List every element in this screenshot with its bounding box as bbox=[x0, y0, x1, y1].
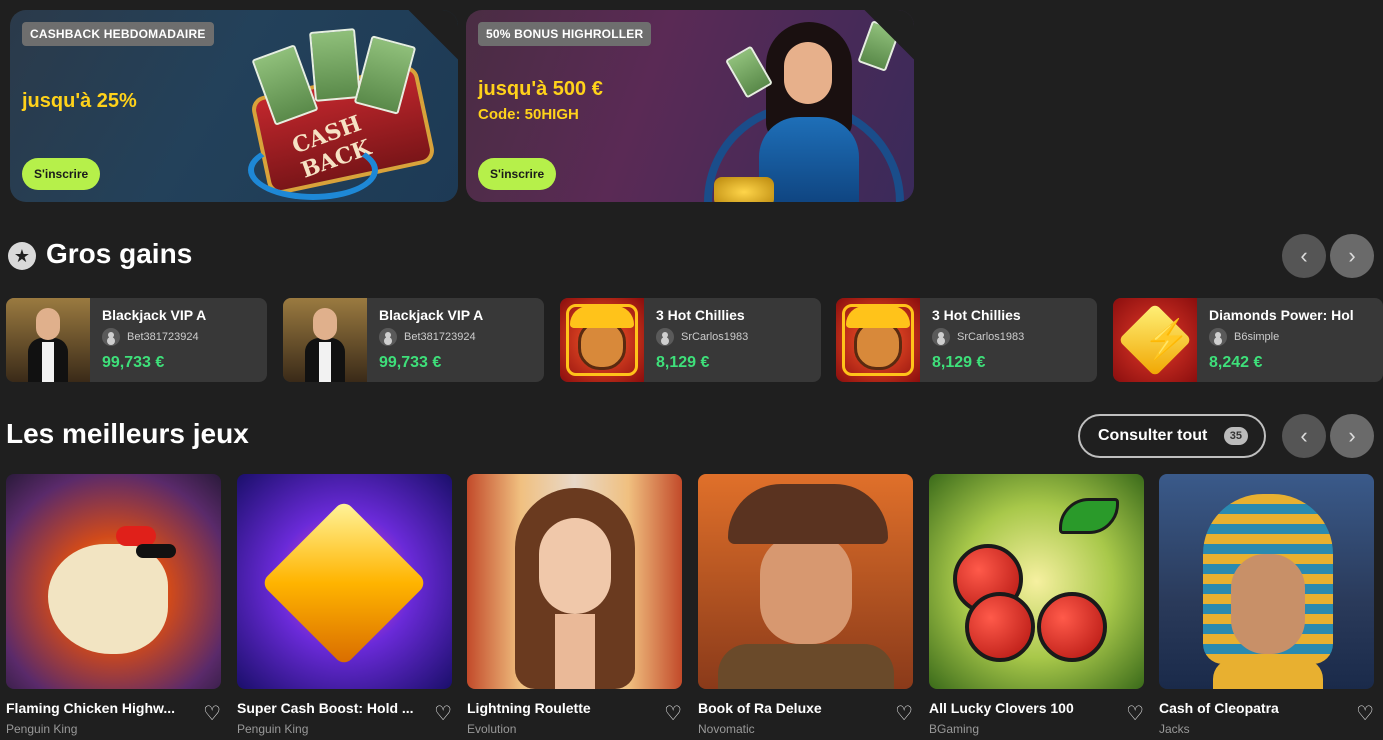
game-tile[interactable]: Super Cash Boost: Hold ... Penguin King … bbox=[237, 474, 452, 740]
signup-button[interactable]: S'inscrire bbox=[478, 158, 557, 190]
game-provider: BGaming bbox=[929, 722, 980, 736]
heart-icon[interactable]: ♡ bbox=[1126, 704, 1144, 724]
chevron-left-icon[interactable]: ‹ bbox=[1282, 414, 1326, 458]
user-icon bbox=[379, 328, 397, 346]
promo-code: Code: 50HIGH bbox=[478, 106, 579, 123]
game-thumbnail-hot-chillies bbox=[560, 298, 644, 382]
view-all-label: Consulter tout bbox=[1098, 427, 1208, 444]
win-amount: 8,129 € bbox=[932, 354, 986, 371]
big-win-card[interactable]: ⚡ Diamonds Power: Hol B6simple 8,242 € bbox=[1113, 298, 1383, 382]
game-thumbnail-lucky-clovers[interactable] bbox=[929, 474, 1144, 689]
game-thumbnail-lightning-roulette[interactable] bbox=[467, 474, 682, 689]
win-game-name: 3 Hot Chillies bbox=[932, 307, 1021, 323]
game-thumbnail-blackjack bbox=[6, 298, 90, 382]
win-amount: 99,733 € bbox=[379, 354, 442, 371]
game-tile[interactable]: Cash of Cleopatra Jacks ♡ bbox=[1159, 474, 1374, 740]
promo-headline: jusqu'à 25% bbox=[22, 90, 137, 112]
win-username: B6simple bbox=[1234, 331, 1280, 343]
game-tile[interactable]: Book of Ra Deluxe Novomatic ♡ bbox=[698, 474, 913, 740]
big-win-card[interactable]: Blackjack VIP A Bet381723924 99,733 € bbox=[6, 298, 267, 382]
promo-badge: 50% BONUS HIGHROLLER bbox=[478, 22, 652, 46]
promo-banner-cashback[interactable]: CASH BACK CASHBACK HEBDOMADAIRE jusqu'à … bbox=[10, 10, 458, 202]
win-amount: 99,733 € bbox=[102, 354, 165, 371]
promo-banner-highroller[interactable]: 50% BONUS HIGHROLLER jusqu'à 500 € Code:… bbox=[466, 10, 914, 202]
banknote-image bbox=[309, 28, 361, 102]
game-title: Lightning Roulette bbox=[467, 700, 591, 716]
chevron-left-icon[interactable]: ‹ bbox=[1282, 234, 1326, 278]
game-thumbnail-flaming-chicken[interactable] bbox=[6, 474, 221, 689]
game-provider: Evolution bbox=[467, 722, 517, 736]
big-win-card[interactable]: 3 Hot Chillies SrCarlos1983 8,129 € bbox=[836, 298, 1097, 382]
games-count-badge: 35 bbox=[1223, 427, 1248, 445]
star-icon: ★ bbox=[8, 242, 36, 270]
win-game-name: Blackjack VIP A bbox=[102, 307, 207, 323]
user-icon bbox=[1209, 328, 1227, 346]
game-tile[interactable]: Lightning Roulette Evolution ♡ bbox=[467, 474, 682, 740]
game-thumbnail-super-cash-boost[interactable] bbox=[237, 474, 452, 689]
promo-badge: CASHBACK HEBDOMADAIRE bbox=[22, 22, 214, 46]
game-thumbnail-diamonds-power: ⚡ bbox=[1113, 298, 1197, 382]
win-username: Bet381723924 bbox=[404, 331, 476, 343]
heart-icon[interactable]: ♡ bbox=[895, 704, 913, 724]
game-provider: Jacks bbox=[1159, 722, 1190, 736]
win-amount: 8,242 € bbox=[1209, 354, 1263, 371]
banner-corner-cut bbox=[408, 10, 458, 60]
win-game-name: Blackjack VIP A bbox=[379, 307, 484, 323]
heart-icon[interactable]: ♡ bbox=[434, 704, 452, 724]
game-thumbnail-book-of-ra[interactable] bbox=[698, 474, 913, 689]
win-username: Bet381723924 bbox=[127, 331, 199, 343]
game-thumbnail-blackjack bbox=[283, 298, 367, 382]
game-thumbnail-hot-chillies bbox=[836, 298, 920, 382]
win-game-name: Diamonds Power: Hol bbox=[1209, 307, 1354, 323]
game-title: Book of Ra Deluxe bbox=[698, 700, 822, 716]
signup-button[interactable]: S'inscrire bbox=[22, 158, 101, 190]
promo-headline: jusqu'à 500 € bbox=[478, 78, 603, 100]
view-all-button[interactable]: Consulter tout 35 bbox=[1078, 414, 1266, 458]
heart-icon[interactable]: ♡ bbox=[203, 704, 221, 724]
big-win-card[interactable]: 3 Hot Chillies SrCarlos1983 8,129 € bbox=[560, 298, 821, 382]
win-game-name: 3 Hot Chillies bbox=[656, 307, 745, 323]
user-icon bbox=[932, 328, 950, 346]
chevron-right-icon[interactable]: › bbox=[1330, 234, 1374, 278]
game-thumbnail-cash-of-cleopatra[interactable] bbox=[1159, 474, 1374, 689]
game-title: Flaming Chicken Highw... bbox=[6, 700, 176, 716]
chevron-right-icon[interactable]: › bbox=[1330, 414, 1374, 458]
game-provider: Penguin King bbox=[6, 722, 78, 736]
game-provider: Penguin King bbox=[237, 722, 309, 736]
big-win-card[interactable]: Blackjack VIP A Bet381723924 99,733 € bbox=[283, 298, 544, 382]
game-tile[interactable]: All Lucky Clovers 100 BGaming ♡ bbox=[929, 474, 1144, 740]
heart-icon[interactable]: ♡ bbox=[1356, 704, 1374, 724]
win-username: SrCarlos1983 bbox=[957, 331, 1025, 343]
game-provider: Novomatic bbox=[698, 722, 755, 736]
heart-icon[interactable]: ♡ bbox=[664, 704, 682, 724]
page: CASH BACK CASHBACK HEBDOMADAIRE jusqu'à … bbox=[0, 0, 1383, 740]
user-icon bbox=[102, 328, 120, 346]
game-title: Super Cash Boost: Hold ... bbox=[237, 700, 414, 716]
game-title: All Lucky Clovers 100 bbox=[929, 700, 1074, 716]
game-tile[interactable]: Flaming Chicken Highw... Penguin King ♡ bbox=[6, 474, 221, 740]
user-icon bbox=[656, 328, 674, 346]
game-title: Cash of Cleopatra bbox=[1159, 700, 1279, 716]
section-title-big-wins: Gros gains bbox=[46, 238, 193, 269]
cycle-arrow-image bbox=[248, 140, 378, 200]
win-amount: 8,129 € bbox=[656, 354, 710, 371]
win-username: SrCarlos1983 bbox=[681, 331, 749, 343]
section-title-best-games: Les meilleurs jeux bbox=[6, 418, 249, 449]
